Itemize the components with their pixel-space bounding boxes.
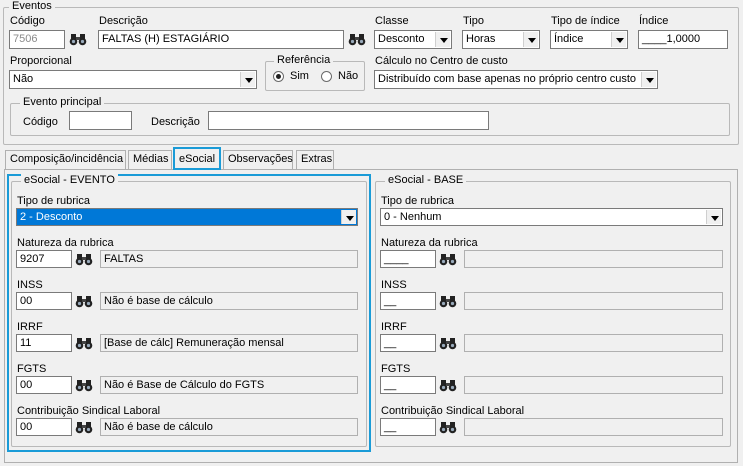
tipo-indice-select[interactable]: Índice [550,30,628,49]
tab-extras[interactable]: Extras [296,150,334,169]
calculo-label: Cálculo no Centro de custo [375,55,508,67]
tab-observacoes[interactable]: Observações [223,150,293,169]
ev-inss-desc-field: Não é base de cálculo [100,292,358,310]
ev-inss-code-field[interactable]: 00 [16,292,72,310]
descricao-search-binoculars-icon[interactable] [346,30,368,48]
indice-label: Índice [639,15,669,27]
chevron-down-icon[interactable] [341,210,356,224]
tipo-select-value: Horas [466,33,496,45]
chevron-down-icon[interactable] [641,72,656,87]
base-tipo-rubrica-select[interactable]: 0 - Nenhum [380,208,723,226]
base-inss-binoculars-icon[interactable] [437,292,459,310]
tab-composicao[interactable]: Composição/incidência [5,150,126,169]
ev-inss-binoculars-icon[interactable] [73,292,95,310]
chevron-down-icon[interactable] [435,32,450,47]
classe-label: Classe [375,15,409,27]
base-fgts-label: FGTS [381,363,411,375]
ref-nao-radio[interactable] [321,71,332,82]
tab-medias[interactable]: Médias [128,150,172,169]
codigo-field[interactable]: 7506 [9,30,65,49]
base-fgts-desc-field [464,376,723,394]
chevron-down-icon[interactable] [240,72,255,87]
ev-tipo-rubrica-select[interactable]: 2 - Desconto [16,208,358,226]
chevron-down-icon[interactable] [611,32,626,47]
proporcional-label: Proporcional [10,55,72,67]
ev-tipo-rubrica-label: Tipo de rubrica [17,195,90,207]
descricao-label: Descrição [99,15,148,27]
ev-fgts-label: FGTS [17,363,47,375]
ep-descricao-label: Descrição [151,116,200,128]
tipo-select[interactable]: Horas [462,30,540,49]
evento-principal-legend: Evento principal [20,96,105,108]
tipo-indice-select-value: Índice [554,33,584,45]
base-tipo-rubrica-label: Tipo de rubrica [381,195,454,207]
base-natureza-code-field[interactable]: ____ [380,250,436,268]
ev-contrib-code-field[interactable]: 00 [16,418,72,436]
ev-contrib-desc-field: Não é base de cálculo [100,418,358,436]
referencia-legend: Referência [274,54,334,66]
ev-contrib-label: Contribuição Sindical Laboral [17,405,161,417]
ev-natureza-label: Natureza da rubrica [17,237,114,249]
base-irrf-desc-field [464,334,723,352]
ep-descricao-field[interactable] [208,111,489,130]
ev-natureza-desc-field: FALTAS [100,250,358,268]
base-contrib-binoculars-icon[interactable] [437,418,459,436]
indice-field[interactable]: ____1,0000 [638,30,728,49]
proporcional-select-value: Não [13,73,34,85]
ev-contrib-binoculars-icon[interactable] [73,418,95,436]
ev-tipo-rubrica-value: 2 - Desconto [20,211,83,223]
calculo-select-value: Distribuído com base apenas no próprio c… [378,73,637,85]
base-inss-desc-field [464,292,723,310]
tab-esocial[interactable]: eSocial [173,147,221,170]
base-irrf-binoculars-icon[interactable] [437,334,459,352]
ref-nao-label[interactable]: Não [338,70,358,82]
eventos-legend: Eventos [9,0,55,12]
base-contrib-desc-field [464,418,723,436]
tipo-label: Tipo [463,15,484,27]
ev-irrf-binoculars-icon[interactable] [73,334,95,352]
ev-natureza-code-field[interactable]: 9207 [16,250,72,268]
base-contrib-label: Contribuição Sindical Laboral [381,405,525,417]
ev-inss-label: INSS [17,279,43,291]
base-natureza-desc-field [464,250,723,268]
classe-select[interactable]: Desconto [374,30,452,49]
base-inss-code-field[interactable]: __ [380,292,436,310]
ev-irrf-desc-field: [Base de cálc] Remuneração mensal [100,334,358,352]
codigo-search-binoculars-icon[interactable] [67,30,89,48]
ep-codigo-label: Código [23,116,58,128]
ev-fgts-binoculars-icon[interactable] [73,376,95,394]
classe-select-value: Desconto [378,33,425,45]
base-irrf-label: IRRF [381,321,407,333]
base-fgts-binoculars-icon[interactable] [437,376,459,394]
chevron-down-icon[interactable] [523,32,538,47]
ep-codigo-field[interactable] [69,111,132,130]
ev-fgts-code-field[interactable]: 00 [16,376,72,394]
esocial-evento-legend: eSocial - EVENTO [21,174,118,186]
base-irrf-code-field[interactable]: __ [380,334,436,352]
calculo-select[interactable]: Distribuído com base apenas no próprio c… [374,70,658,89]
ev-natureza-binoculars-icon[interactable] [73,250,95,268]
base-inss-label: INSS [381,279,407,291]
base-fgts-code-field[interactable]: __ [380,376,436,394]
ev-fgts-desc-field: Não é Base de Cálculo do FGTS [100,376,358,394]
tipo-indice-label: Tipo de índice [551,15,620,27]
descricao-field[interactable]: FALTAS (H) ESTAGIÁRIO [98,30,344,49]
codigo-label: Código [10,15,45,27]
ref-sim-radio[interactable] [273,71,284,82]
esocial-base-legend: eSocial - BASE [385,174,467,186]
base-natureza-binoculars-icon[interactable] [437,250,459,268]
base-contrib-code-field[interactable]: __ [380,418,436,436]
ref-sim-label[interactable]: Sim [290,70,309,82]
ev-irrf-label: IRRF [17,321,43,333]
chevron-down-icon[interactable] [706,210,721,224]
base-natureza-label: Natureza da rubrica [381,237,478,249]
base-tipo-rubrica-value: 0 - Nenhum [384,211,442,223]
proporcional-select[interactable]: Não [9,70,257,89]
ev-irrf-code-field[interactable]: 11 [16,334,72,352]
